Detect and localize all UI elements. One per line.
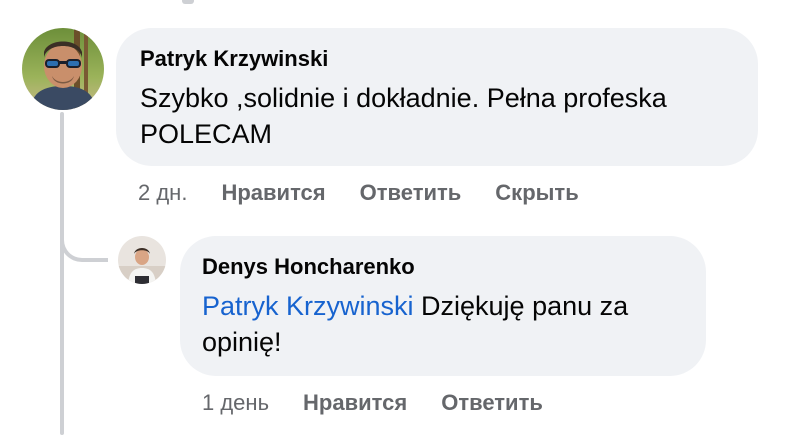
reply-author-name[interactable]: Denys Honcharenko [202,254,706,280]
avatar-photo [22,28,104,110]
comment-text-line: Szybko ,solidnie i dokładnie. Pełna prof… [140,83,667,113]
comment-text-line: POLECAM [140,119,273,149]
comment-actions: 2 дн. Нравится Ответить Скрыть [138,180,579,206]
like-button[interactable]: Нравится [303,390,407,416]
reply-connector [60,218,108,262]
reply-text-line: opinię! [202,327,282,357]
mention-link[interactable]: Patryk Krzywinski [202,291,414,321]
comment-bubble: Patryk Krzywinski Szybko ,solidnie i dok… [116,28,758,166]
comment-author-name[interactable]: Patryk Krzywinski [140,46,758,72]
reply-button[interactable]: Ответить [441,390,543,416]
reply-text-line: Patryk Krzywinski Dziękuję panu za [202,288,706,324]
avatar-photo [118,236,166,284]
reply-text-segment: Dziękuję panu za [413,291,629,321]
comment-text: Szybko ,solidnie i dokładnie. Pełna prof… [140,80,758,152]
reply-actions: 1 день Нравится Ответить [202,390,543,416]
comment-author-avatar[interactable] [22,28,104,110]
hide-button[interactable]: Скрыть [495,180,578,206]
comment-timestamp[interactable]: 2 дн. [138,180,187,206]
reply-button[interactable]: Ответить [360,180,462,206]
like-button[interactable]: Нравится [221,180,325,206]
reply-author-avatar[interactable] [118,236,166,284]
previous-comment-edge [182,0,194,4]
reply-timestamp[interactable]: 1 день [202,390,269,416]
reply-bubble: Denys Honcharenko Patryk Krzywinski Dzię… [180,236,706,376]
thread-line [60,112,64,435]
reply-text: Patryk Krzywinski Dziękuję panu za opini… [202,288,706,360]
